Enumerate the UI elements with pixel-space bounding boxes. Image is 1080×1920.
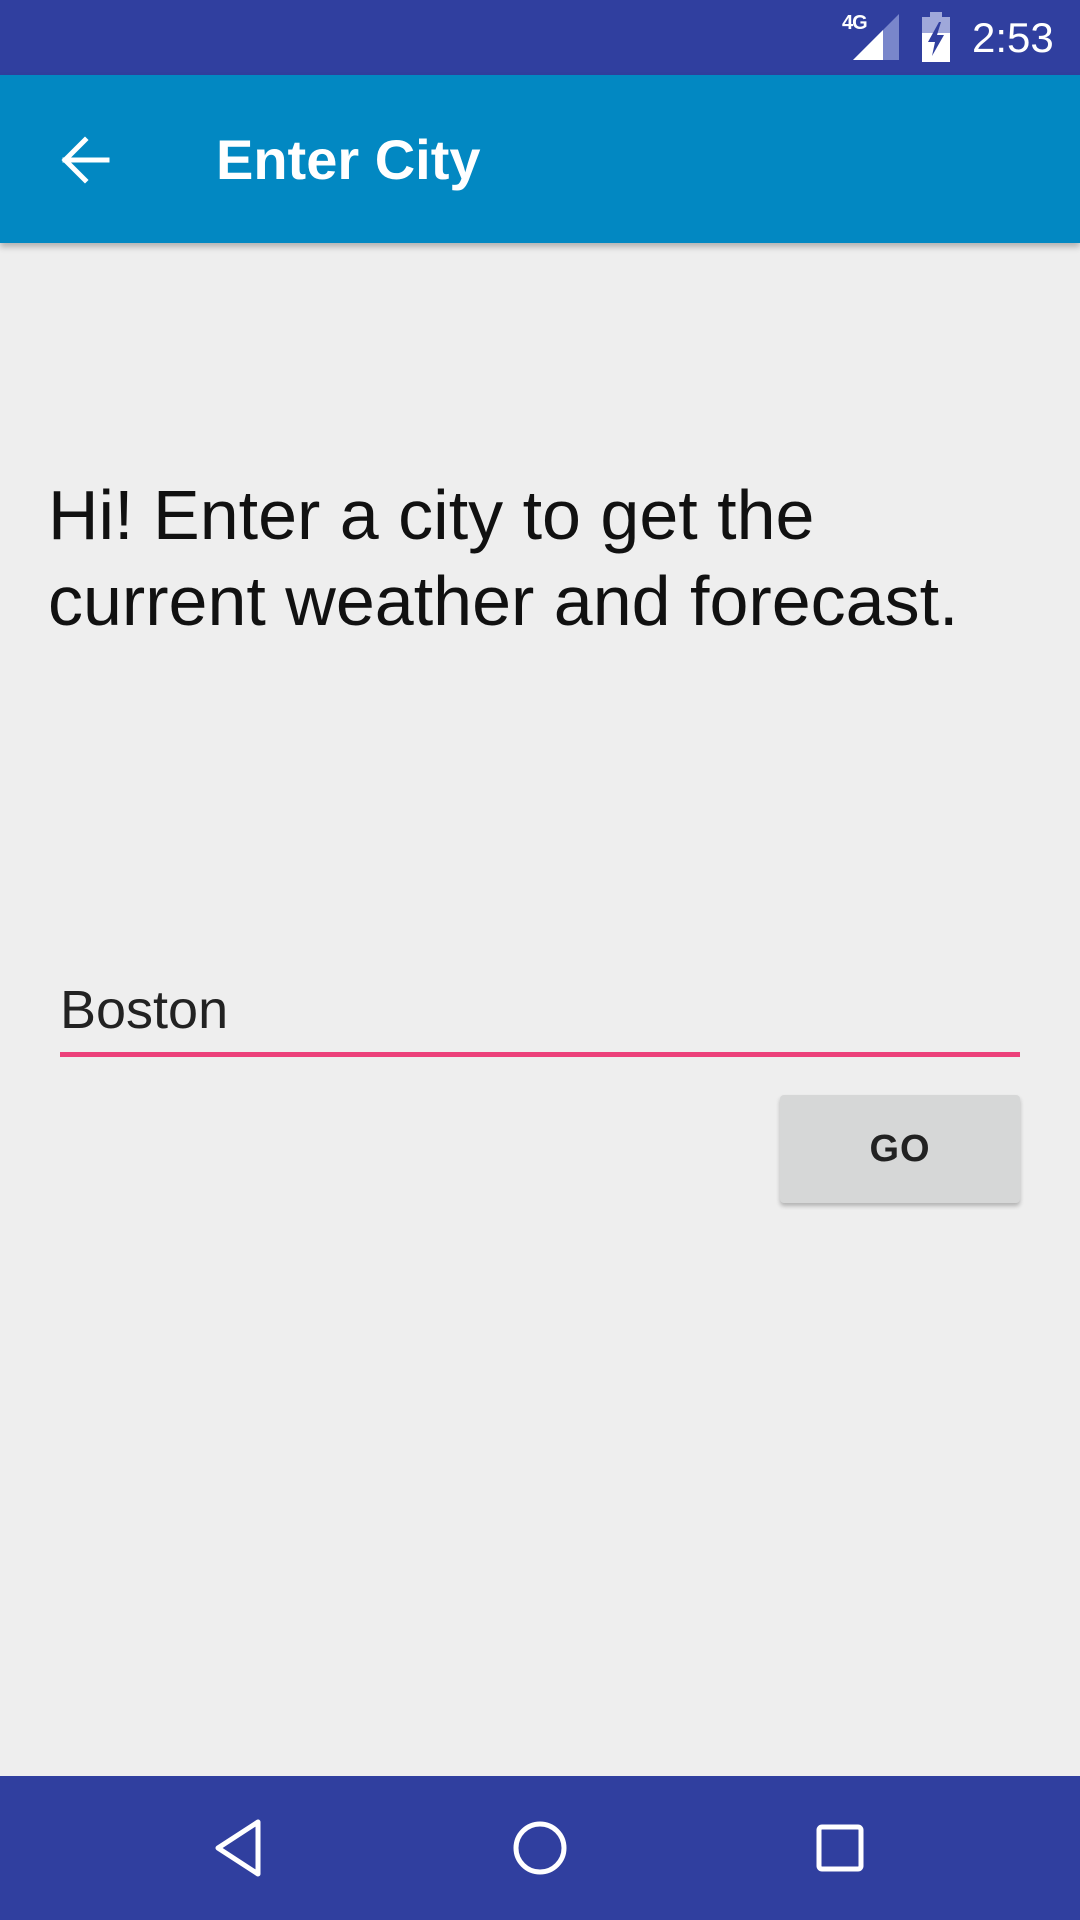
nav-bar (0, 1776, 1080, 1920)
nav-back-button[interactable] (190, 1798, 290, 1898)
page-title: Enter City (216, 128, 481, 191)
go-button[interactable]: GO (780, 1095, 1020, 1203)
city-field (60, 968, 1020, 1058)
cell-signal-icon (853, 14, 899, 60)
nav-home-button[interactable] (490, 1798, 590, 1898)
app-bar: Enter City (0, 75, 1080, 243)
arrow-back-icon (61, 136, 110, 184)
nav-back-icon (215, 1819, 261, 1877)
status-time: 2:53 (972, 14, 1054, 61)
back-button[interactable] (40, 115, 130, 205)
city-input[interactable] (60, 968, 1020, 1052)
nav-home-icon (513, 1821, 567, 1875)
screen: 4G 2:53 Enter City Hi! Enter a city to g… (0, 0, 1080, 1920)
instruction-text: Hi! Enter a city to get the current weat… (48, 476, 959, 640)
status-bar: 4G 2:53 (0, 0, 1080, 75)
nav-recents-icon (816, 1824, 864, 1872)
field-underline (60, 1052, 1020, 1057)
battery-charging-icon (920, 12, 952, 62)
nav-recents-button[interactable] (790, 1798, 890, 1898)
